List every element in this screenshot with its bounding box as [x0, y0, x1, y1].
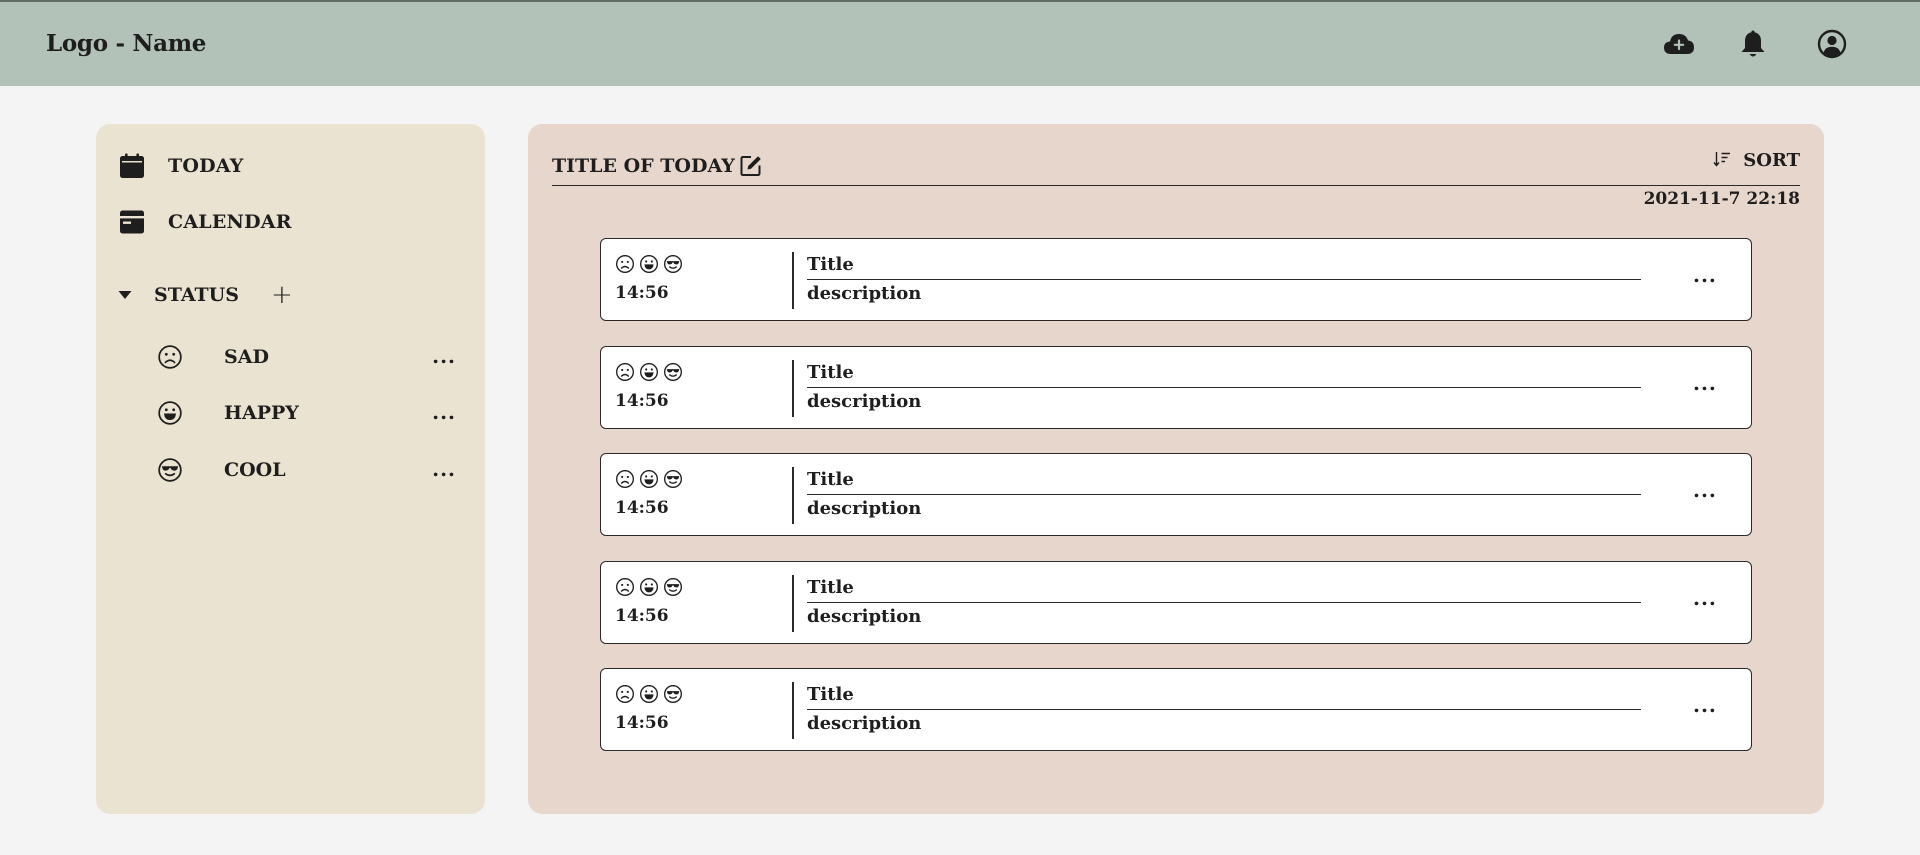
more-options-button[interactable]: ... [432, 457, 456, 481]
sidebar-item-today[interactable]: TODAY [118, 152, 244, 180]
entry-divider [792, 467, 794, 524]
happy-face-icon[interactable] [638, 361, 659, 382]
entry-title: Title [807, 577, 854, 598]
sad-face-icon[interactable] [614, 468, 635, 489]
entry-card[interactable]: 14:56 Title description ... [600, 561, 1752, 644]
status-header-label: STATUS [154, 284, 239, 306]
entry-more-button[interactable]: ... [1693, 263, 1717, 287]
happy-face-icon[interactable] [638, 253, 659, 274]
mood-icons [614, 253, 683, 274]
mood-icons [614, 683, 683, 704]
current-datetime: 2021-11-7 22:18 [1643, 189, 1800, 209]
status-item-cool[interactable]: COOL ... [156, 453, 456, 487]
entry-divider [792, 360, 794, 417]
edit-icon[interactable] [739, 154, 763, 178]
mood-icons [614, 468, 683, 489]
more-options-button[interactable]: ... [432, 344, 456, 368]
status-item-label: HAPPY [224, 402, 299, 424]
entry-title-underline [807, 279, 1641, 280]
entry-divider [792, 682, 794, 739]
status-item-label: SAD [224, 346, 269, 368]
entry-title: Title [807, 254, 854, 275]
main-panel: TITLE OF TODAY SORT 2021-11-7 22:18 14:5… [528, 124, 1824, 814]
status-section-header: STATUS + [118, 282, 293, 308]
entry-time: 14:56 [615, 498, 669, 518]
cloud-upload-icon[interactable] [1662, 26, 1696, 62]
sort-button[interactable]: SORT [1713, 150, 1800, 171]
cool-face-icon[interactable] [662, 683, 683, 704]
user-circle-icon[interactable] [1815, 26, 1849, 62]
cool-face-icon[interactable] [662, 361, 683, 382]
sidebar: TODAY CALENDAR STATUS + SAD ... HAPPY ..… [96, 124, 485, 814]
page-title: TITLE OF TODAY [552, 154, 763, 178]
entry-more-button[interactable]: ... [1693, 371, 1717, 395]
entry-card[interactable]: 14:56 Title description ... [600, 238, 1752, 321]
entry-time: 14:56 [615, 713, 669, 733]
entry-more-button[interactable]: ... [1693, 478, 1717, 502]
top-bar: Logo - Name [0, 0, 1920, 86]
entry-description: description [807, 391, 922, 412]
happy-face-icon[interactable] [638, 683, 659, 704]
sad-face-icon[interactable] [614, 683, 635, 704]
entry-card[interactable]: 14:56 Title description ... [600, 453, 1752, 536]
entry-title-underline [807, 602, 1641, 603]
page-title-text: TITLE OF TODAY [552, 155, 735, 177]
status-item-happy[interactable]: HAPPY ... [156, 396, 456, 430]
calendar-icon [118, 208, 146, 236]
mood-icons [614, 361, 683, 382]
cool-face-icon[interactable] [662, 576, 683, 597]
add-status-button[interactable]: + [271, 282, 293, 308]
entry-description: description [807, 606, 922, 627]
title-divider [552, 185, 1800, 186]
sidebar-item-label: TODAY [168, 155, 244, 177]
sad-face-icon[interactable] [614, 361, 635, 382]
sad-face-icon[interactable] [614, 253, 635, 274]
caret-down-icon[interactable] [118, 288, 132, 302]
entry-card[interactable]: 14:56 Title description ... [600, 346, 1752, 429]
cool-face-icon[interactable] [662, 253, 683, 274]
sad-face-icon[interactable] [614, 576, 635, 597]
entry-title: Title [807, 684, 854, 705]
sidebar-item-label: CALENDAR [168, 211, 292, 233]
sidebar-item-calendar[interactable]: CALENDAR [118, 208, 292, 236]
entry-divider [792, 575, 794, 632]
cool-face-icon[interactable] [662, 468, 683, 489]
happy-face-icon[interactable] [638, 576, 659, 597]
happy-face-icon [156, 399, 184, 427]
happy-face-icon[interactable] [638, 468, 659, 489]
sort-label: SORT [1743, 150, 1800, 171]
entry-time: 14:56 [615, 283, 669, 303]
entry-description: description [807, 713, 922, 734]
mood-icons [614, 576, 683, 597]
logo-name[interactable]: Logo - Name [46, 30, 206, 57]
entry-title-underline [807, 709, 1641, 710]
cool-face-icon [156, 456, 184, 484]
calendar-today-icon [118, 152, 146, 180]
sad-face-icon [156, 343, 184, 371]
status-item-label: COOL [224, 459, 286, 481]
bell-icon[interactable] [1736, 26, 1770, 62]
entry-title-underline [807, 387, 1641, 388]
entry-title: Title [807, 362, 854, 383]
entry-description: description [807, 498, 922, 519]
status-item-sad[interactable]: SAD ... [156, 340, 456, 374]
entry-more-button[interactable]: ... [1693, 586, 1717, 610]
entry-title: Title [807, 469, 854, 490]
entry-divider [792, 252, 794, 309]
entry-card[interactable]: 14:56 Title description ... [600, 668, 1752, 751]
entry-time: 14:56 [615, 606, 669, 626]
entry-title-underline [807, 494, 1641, 495]
entry-time: 14:56 [615, 391, 669, 411]
more-options-button[interactable]: ... [432, 400, 456, 424]
entry-more-button[interactable]: ... [1693, 693, 1717, 717]
sort-icon [1713, 151, 1731, 171]
entry-description: description [807, 283, 922, 304]
